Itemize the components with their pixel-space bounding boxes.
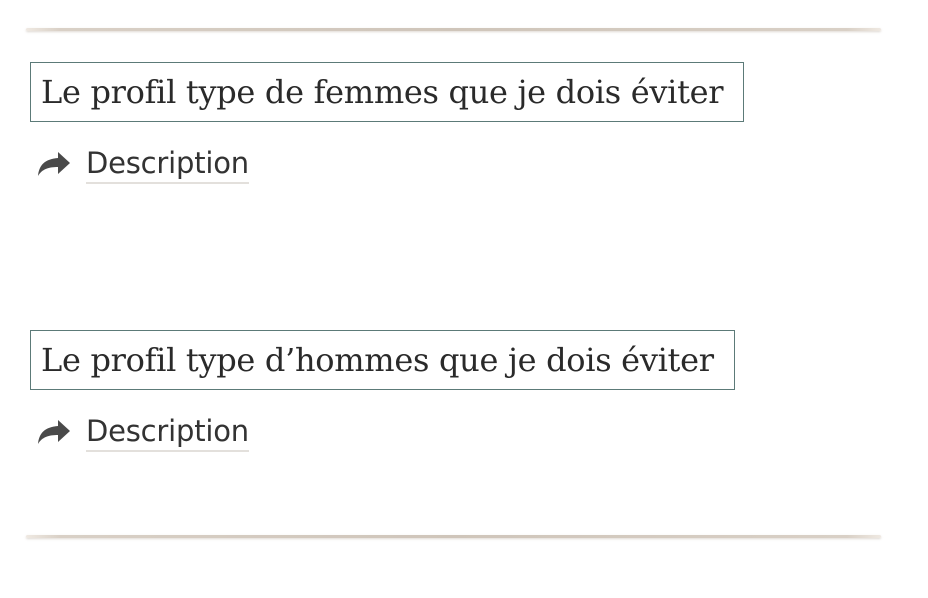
description-link-men[interactable]: Description [86,413,249,452]
description-link-women[interactable]: Description [86,145,249,184]
section-title-women: Le profil type de femmes que je dois évi… [30,62,745,122]
section-title-men: Le profil type d’hommes que je dois évit… [30,330,735,390]
description-row-women: Description [36,144,744,184]
share-arrow-icon [36,150,72,178]
profile-section-men: Le profil type d’hommes que je dois évit… [30,330,735,452]
bottom-divider [26,535,881,538]
share-arrow-icon [36,418,72,446]
top-divider [26,28,881,31]
profile-section-women: Le profil type de femmes que je dois évi… [30,62,745,184]
description-row-men: Description [36,412,735,452]
